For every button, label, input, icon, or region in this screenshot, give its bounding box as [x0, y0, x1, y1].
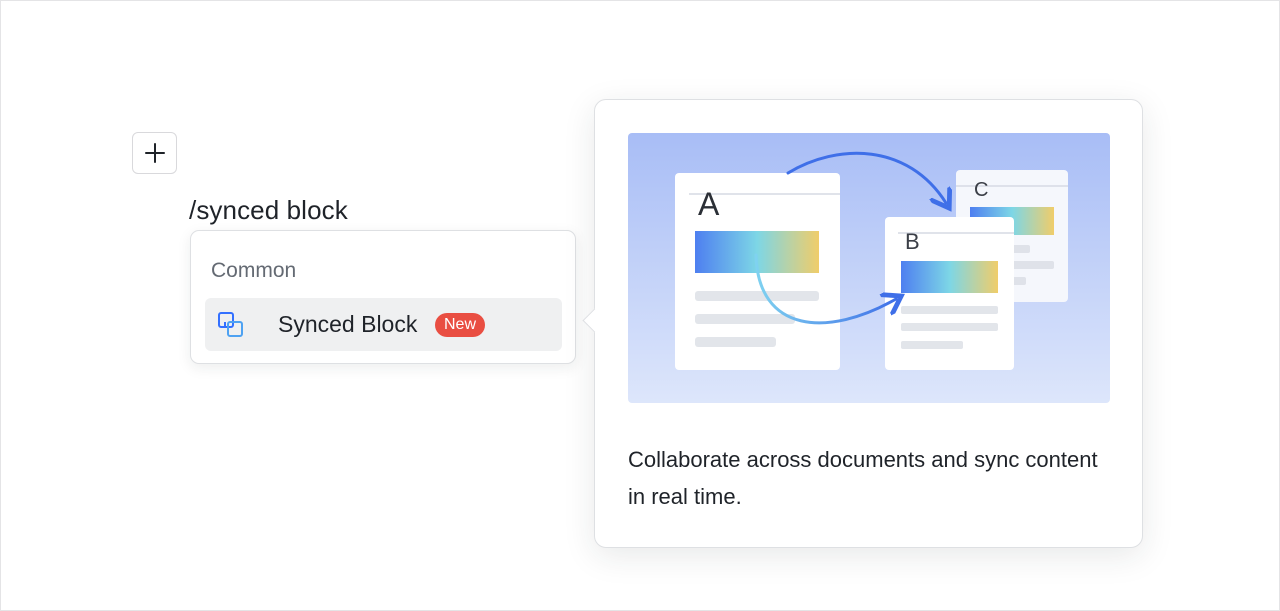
menu-item-synced-block[interactable]: Synced Block New	[205, 298, 562, 351]
slash-command-input[interactable]: /synced block	[189, 195, 348, 226]
doc-a-label: A	[698, 186, 720, 222]
add-block-button[interactable]	[132, 132, 177, 174]
preview-description: Collaborate across documents and sync co…	[628, 447, 1098, 509]
plus-icon	[144, 143, 165, 163]
new-badge: New	[435, 313, 486, 337]
editor-canvas: /synced block Common Synced Block New C …	[0, 0, 1280, 611]
synced-block-icon	[218, 312, 243, 337]
synced-block-illustration: C A B	[628, 133, 1110, 403]
doc-b-card: B	[885, 217, 1014, 370]
menu-section-label: Common	[211, 259, 297, 282]
doc-b-label: B	[905, 229, 920, 254]
block-type-menu: Common Synced Block New	[190, 230, 576, 364]
menu-item-label: Synced Block	[278, 311, 418, 337]
preview-pointer	[582, 308, 607, 333]
doc-c-label: C	[974, 179, 988, 201]
preview-card: C A B Collaborate across documents and s…	[582, 99, 1143, 548]
